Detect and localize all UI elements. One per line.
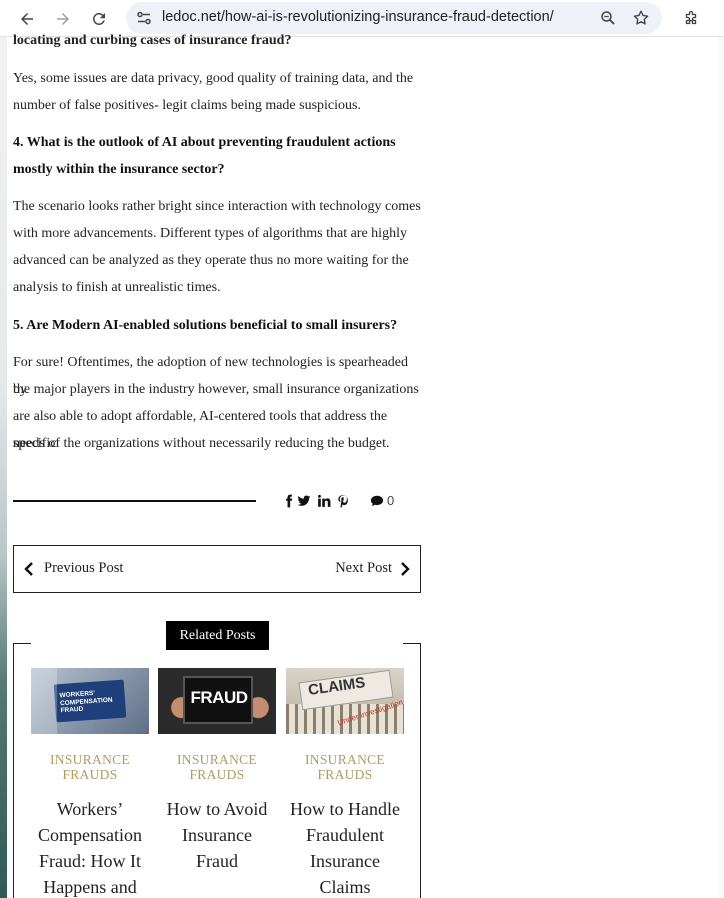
- related-post-card[interactable]: CLAIMS Under investigation INSURANCE FRA…: [286, 668, 404, 898]
- question-heading-partial: locating and curbing cases of insurance …: [13, 33, 292, 48]
- related-post-card[interactable]: FRAUD INSURANCE FRAUDS How to Avoid Insu…: [158, 668, 276, 874]
- next-post-link[interactable]: Next Post: [335, 560, 410, 577]
- twitter-icon[interactable]: [297, 492, 311, 510]
- category-line: INSURANCE: [177, 752, 257, 767]
- title-line: Fraud: [196, 851, 238, 871]
- question-heading: mostly within the insurance sector?: [13, 162, 225, 177]
- linkedin-icon[interactable]: [317, 492, 331, 510]
- title-line: Happens and: [43, 877, 137, 897]
- forward-arrow-icon: [57, 13, 69, 25]
- post-title[interactable]: How to Avoid Insurance Fraud: [158, 796, 276, 874]
- category-line: FRAUDS: [189, 767, 245, 782]
- reload-icon: [93, 12, 105, 25]
- answer-paragraph: the major players in the industry howeve…: [13, 382, 419, 397]
- post-title[interactable]: How to Handle Fraudulent Insurance Claim…: [286, 796, 404, 898]
- related-post-card[interactable]: WORKERS' COMPENSATION FRAUD INSURANCE FR…: [31, 668, 149, 898]
- question-heading: 4. What is the outlook of AI about preve…: [13, 135, 396, 150]
- related-box-top-border: [403, 643, 421, 644]
- category-line: INSURANCE: [305, 752, 385, 767]
- related-post-thumbnail[interactable]: CLAIMS Under investigation: [286, 668, 404, 734]
- title-line: Insurance: [310, 851, 380, 871]
- bookmark-star-icon[interactable]: [631, 8, 651, 28]
- title-line: Workers’: [56, 799, 124, 819]
- title-line: Compensation: [38, 825, 142, 845]
- related-post-thumbnail[interactable]: FRAUD: [158, 668, 276, 734]
- chevron-right-icon: [401, 561, 410, 576]
- background-strip-right: [718, 37, 724, 898]
- related-posts-heading: Related Posts: [166, 621, 269, 650]
- browser-toolbar: ledoc.net/how-ai-is-revolutionizing-insu…: [0, 0, 724, 37]
- category-line: INSURANCE: [50, 752, 130, 767]
- facebook-icon[interactable]: [282, 492, 296, 510]
- answer-paragraph: analysis to finish at unrealistic times.: [13, 280, 221, 295]
- answer-paragraph: Yes, some issues are data privacy, good …: [13, 71, 414, 86]
- forward-button[interactable]: [50, 6, 76, 32]
- post-category[interactable]: INSURANCE FRAUDS: [286, 752, 404, 782]
- pinterest-icon[interactable]: [336, 492, 350, 510]
- answer-paragraph: The scenario looks rather bright since i…: [13, 199, 421, 214]
- back-button[interactable]: [14, 6, 40, 32]
- title-line: How to Avoid: [166, 799, 268, 819]
- thumbnail-caption: FRAUD: [190, 688, 249, 707]
- share-divider: [13, 500, 256, 502]
- post-category[interactable]: INSURANCE FRAUDS: [31, 752, 149, 782]
- site-info-icon[interactable]: [136, 10, 152, 31]
- question-heading: 5. Are Modern AI-enabled solutions benef…: [13, 318, 398, 333]
- title-line: How to Handle: [290, 799, 400, 819]
- previous-post-label[interactable]: Previous Post: [44, 560, 123, 577]
- related-post-thumbnail[interactable]: WORKERS' COMPENSATION FRAUD: [31, 668, 149, 734]
- answer-paragraph: with more advancements. Different types …: [13, 226, 407, 241]
- answer-paragraph: advanced can be analyzed as they operate…: [13, 253, 409, 268]
- chevron-left-icon: [24, 561, 33, 576]
- post-title[interactable]: Workers’ Compensation Fraud: How It Happ…: [31, 796, 149, 898]
- title-line: Insurance: [182, 825, 252, 845]
- answer-paragraph: number of false positives- legit claims …: [13, 98, 361, 113]
- extensions-button[interactable]: [678, 6, 704, 32]
- title-line: Fraudulent: [306, 825, 384, 845]
- category-line: FRAUDS: [317, 767, 373, 782]
- address-bar[interactable]: ledoc.net/how-ai-is-revolutionizing-insu…: [126, 2, 662, 34]
- background-strip-left: [0, 37, 7, 898]
- previous-post-link[interactable]: Previous Post: [24, 560, 123, 577]
- back-arrow-icon: [21, 13, 33, 25]
- post-navigation: Previous Post Next Post: [13, 545, 421, 593]
- related-box-top-border: [13, 643, 31, 644]
- puzzle-icon: [685, 10, 697, 25]
- next-post-label[interactable]: Next Post: [335, 560, 392, 577]
- comment-count: 0: [387, 493, 395, 508]
- thumbnail-caption: WORKERS' COMPENSATION FRAUD: [59, 689, 113, 715]
- title-line: Fraud: How It: [39, 851, 141, 871]
- category-line: FRAUDS: [62, 767, 118, 782]
- comment-icon[interactable]: [370, 492, 384, 510]
- zoom-icon[interactable]: [598, 8, 618, 28]
- post-category[interactable]: INSURANCE FRAUDS: [158, 752, 276, 782]
- url-text[interactable]: ledoc.net/how-ai-is-revolutionizing-insu…: [162, 9, 554, 25]
- title-line: Claims: [319, 877, 371, 897]
- answer-paragraph: needs of the organizations without neces…: [13, 436, 390, 451]
- reload-button[interactable]: [86, 6, 112, 32]
